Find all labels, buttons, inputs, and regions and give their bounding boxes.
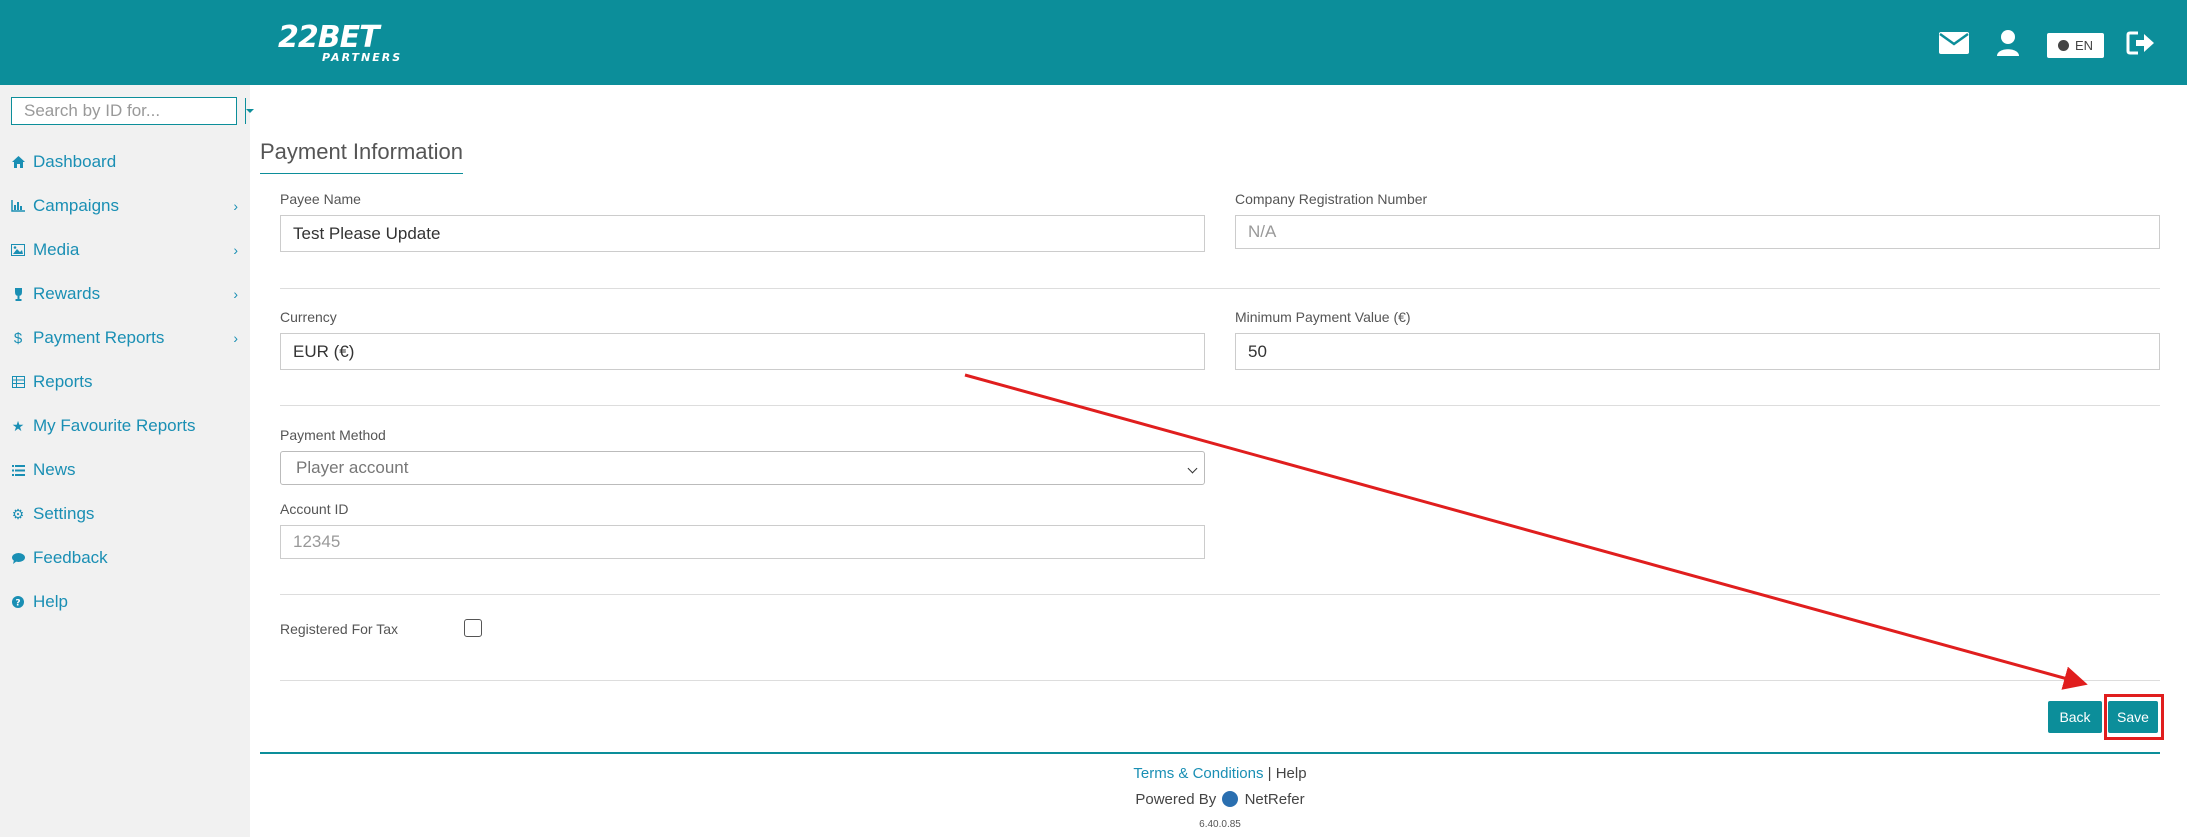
netrefer-logo-icon: [1222, 791, 1239, 807]
sidebar-item-label: Help: [33, 592, 68, 611]
sidebar-item-label: Dashboard: [33, 152, 117, 171]
search-input[interactable]: [12, 98, 245, 124]
sidebar-item-news[interactable]: News: [0, 455, 250, 485]
company-reg-label: Company Registration Number: [1235, 191, 1428, 207]
account-id-label: Account ID: [280, 501, 349, 517]
save-highlight-box: [2104, 694, 2164, 740]
sidebar-item-label: Reports: [33, 372, 93, 391]
question-circle-icon: ?: [11, 595, 25, 609]
caret-down-icon: [246, 109, 254, 113]
payment-method-select[interactable]: Player account: [280, 451, 1205, 485]
sidebar-item-rewards[interactable]: Rewards ›: [0, 279, 250, 309]
terms-link[interactable]: Terms & Conditions: [1133, 765, 1263, 782]
currency-field[interactable]: EUR (€): [280, 333, 1205, 370]
chevron-right-icon: ›: [233, 242, 238, 258]
chevron-down-icon: [1187, 463, 1198, 474]
page-title: Payment Information: [260, 139, 463, 174]
payment-method-label: Payment Method: [280, 427, 386, 443]
globe-icon: [2057, 40, 2069, 51]
min-payment-field[interactable]: 50: [1235, 333, 2160, 370]
footer-links: Terms & Conditions | Help: [0, 765, 2187, 782]
dollar-icon: $: [13, 329, 23, 347]
sidebar-item-label: News: [33, 460, 76, 479]
star-icon: ★: [11, 417, 25, 434]
language-label: EN: [2074, 38, 2094, 53]
brand-logo[interactable]: 22BET PARTNERS: [278, 22, 402, 66]
search-box: [11, 97, 254, 125]
bar-chart-icon: [11, 199, 25, 213]
gear-icon: ⚙: [11, 505, 25, 522]
mail-icon[interactable]: [1938, 29, 1970, 57]
image-icon: [11, 243, 25, 257]
payment-method-value: Player account: [296, 458, 409, 477]
top-header: 22BET PARTNERS EN: [0, 0, 2187, 85]
powered-by: Powered By NetRefer: [0, 791, 2187, 808]
chevron-right-icon: ›: [233, 198, 238, 214]
footer-separator: |: [1267, 765, 1272, 782]
sidebar-item-settings[interactable]: ⚙ Settings: [0, 499, 250, 529]
account-id-field[interactable]: 12345: [280, 525, 1205, 559]
registered-for-tax-label: Registered For Tax: [280, 621, 399, 637]
sidebar-item-label: Media: [33, 240, 80, 259]
divider: [280, 594, 2160, 595]
registered-for-tax-checkbox[interactable]: [464, 619, 482, 637]
sidebar-item-label: Payment Reports: [33, 328, 165, 347]
comment-icon: [11, 551, 25, 565]
help-link[interactable]: Help: [1276, 765, 1307, 782]
min-payment-label: Minimum Payment Value (€): [1235, 309, 1411, 325]
payee-name-label: Payee Name: [280, 191, 361, 207]
back-button[interactable]: Back: [2048, 701, 2102, 733]
svg-text:?: ?: [15, 599, 20, 609]
user-icon[interactable]: [1992, 29, 2024, 57]
payee-name-field[interactable]: Test Please Update: [280, 215, 1205, 252]
chevron-right-icon: ›: [233, 330, 238, 346]
sidebar-item-payment-reports[interactable]: $ Payment Reports ›: [0, 323, 250, 353]
sidebar-item-dashboard[interactable]: Dashboard: [0, 147, 250, 177]
sidebar-item-reports[interactable]: Reports: [0, 367, 250, 397]
search-dropdown-button[interactable]: [245, 98, 254, 124]
powered-by-label: Powered By: [1135, 791, 1217, 808]
sidebar-item-label: Rewards: [33, 284, 101, 303]
sidebar-item-label: Campaigns: [33, 196, 119, 215]
version-label: 6.40.0.85: [1199, 819, 1241, 830]
sidebar: Dashboard Campaigns › Media › Rewards › …: [0, 85, 254, 837]
sidebar-item-label: Feedback: [33, 548, 108, 567]
logo-main-text: 22BET: [278, 20, 380, 55]
divider: [280, 288, 2160, 289]
company-reg-field[interactable]: N/A: [1235, 215, 2160, 249]
logo-sub-text: PARTNERS: [322, 51, 403, 64]
home-icon: [11, 155, 25, 169]
chevron-right-icon: ›: [233, 286, 238, 302]
sidebar-item-favourite-reports[interactable]: ★ My Favourite Reports: [0, 411, 250, 441]
divider: [280, 405, 2160, 406]
table-icon: [11, 375, 25, 389]
footer-divider: [260, 752, 2160, 754]
sidebar-item-label: My Favourite Reports: [33, 416, 196, 435]
sidebar-item-help[interactable]: ? Help: [0, 587, 250, 617]
annotation-arrow: [964, 373, 2088, 690]
trophy-icon: [11, 287, 25, 301]
logout-icon[interactable]: [2125, 29, 2157, 57]
currency-label: Currency: [280, 309, 337, 325]
sidebar-item-media[interactable]: Media ›: [0, 235, 250, 265]
divider: [280, 680, 2160, 681]
netrefer-label: NetRefer: [1244, 791, 1305, 808]
sidebar-item-feedback[interactable]: Feedback: [0, 543, 250, 573]
sidebar-item-label: Settings: [33, 504, 95, 523]
sidebar-item-campaigns[interactable]: Campaigns ›: [0, 191, 250, 221]
list-icon: [11, 463, 25, 477]
language-selector[interactable]: EN: [2047, 33, 2104, 58]
